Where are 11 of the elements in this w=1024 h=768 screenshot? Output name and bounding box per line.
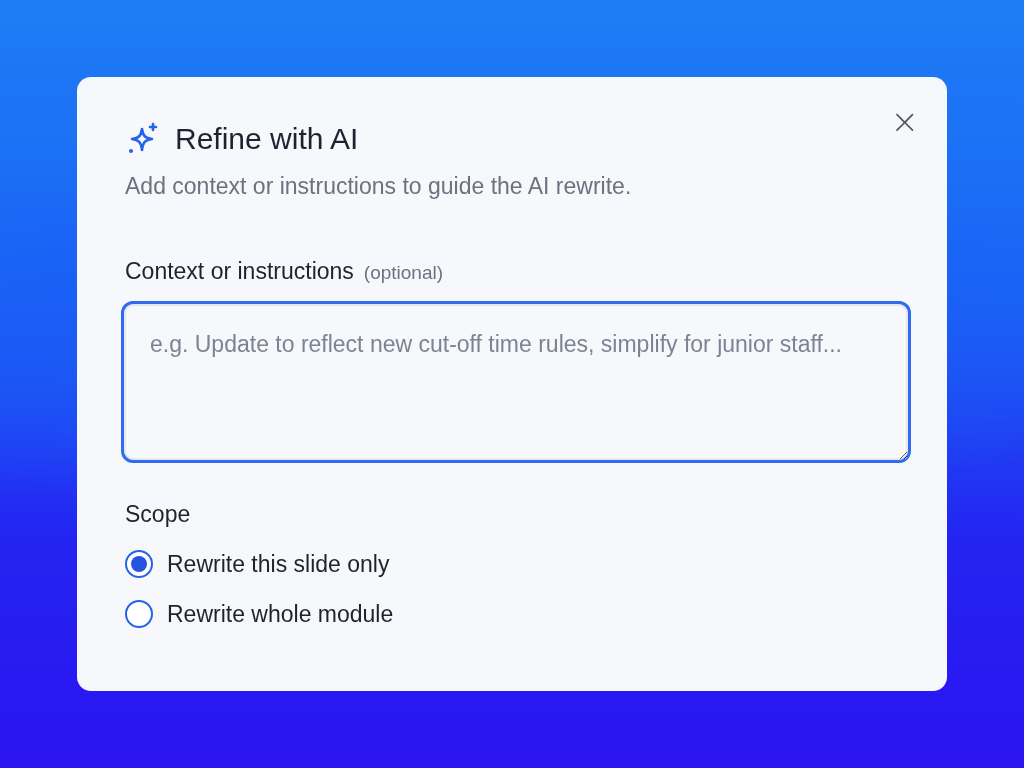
dialog-title: Refine with AI [175,122,359,156]
scope-label: Scope [125,501,192,528]
field-label: Context or instructions [125,258,354,285]
dialog-description: Add context or instructions to guide the AI rewrite. [125,173,633,200]
scope-option[interactable]: Rewrite whole module [125,600,911,628]
scope-option[interactable]: Rewrite this slide only [125,550,911,578]
radio-button[interactable] [125,550,153,578]
close-button[interactable]: × [890,107,919,135]
radio-button[interactable] [125,600,153,628]
optional-hint: (optional) [363,262,444,284]
instructions-field[interactable]: e.g. Update to reflect new cut-off time rules, simplify for junior staff... [121,301,911,463]
